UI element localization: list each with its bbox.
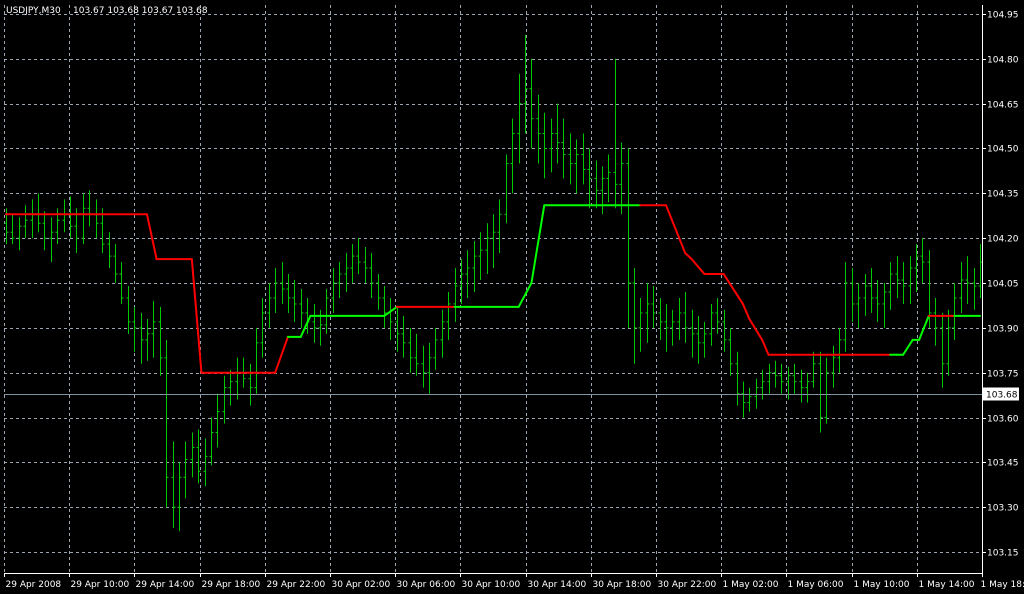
price-tick-label: 103.75 [987, 370, 1019, 380]
price-tick-label: 103.90 [987, 325, 1019, 335]
time-tick-label: 30 Apr 10:00 [462, 580, 521, 590]
time-tick-label: 1 May 02:00 [723, 580, 779, 590]
chart-background [0, 0, 1024, 594]
time-tick-label: 29 Apr 14:00 [136, 580, 195, 590]
time-tick-label: 29 Apr 18:00 [202, 580, 261, 590]
price-tick-label: 104.80 [987, 56, 1019, 66]
price-tick-label: 104.05 [987, 280, 1019, 290]
price-tick-label: 103.30 [987, 504, 1019, 514]
price-tick-label: 104.20 [987, 235, 1019, 245]
time-tick-label: 30 Apr 06:00 [397, 580, 456, 590]
price-chart[interactable]: 104.95 104.80 104.65 104.50 104.35 104.20 104.… [0, 0, 1024, 594]
time-tick-label: 29 Apr 2008 [6, 580, 62, 590]
time-tick-label: 29 Apr 22:00 [267, 580, 326, 590]
chart-header: USDJPY,M30 103.67 103.68 103.67 103.68 [6, 6, 208, 16]
ohlc-readout: 103.67 103.68 103.67 103.68 [73, 6, 208, 16]
price-tick-label: 104.95 [987, 11, 1019, 21]
time-tick-label: 30 Apr 18:00 [593, 580, 652, 590]
time-tick-label: 1 May 06:00 [788, 580, 844, 590]
time-tick-label: 29 Apr 10:00 [71, 580, 130, 590]
symbol-label: USDJPY,M30 [6, 6, 61, 16]
time-tick-label: 30 Apr 14:00 [528, 580, 587, 590]
time-tick-label: 30 Apr 02:00 [332, 580, 391, 590]
current-price-label: 103.68 [986, 391, 1018, 401]
price-tick-label: 104.50 [987, 145, 1019, 155]
time-tick-label: 1 May 18:00 [981, 580, 1024, 590]
current-price-marker: 103.68 [983, 387, 1019, 401]
price-tick-label: 103.60 [987, 415, 1019, 425]
time-tick-label: 30 Apr 22:00 [658, 580, 717, 590]
time-tick-label: 1 May 10:00 [854, 580, 910, 590]
price-tick-label: 103.15 [987, 549, 1019, 559]
price-tick-label: 104.65 [987, 101, 1019, 111]
price-tick-label: 103.45 [987, 459, 1019, 469]
time-tick-label: 1 May 14:00 [919, 580, 975, 590]
price-tick-label: 104.35 [987, 190, 1019, 200]
